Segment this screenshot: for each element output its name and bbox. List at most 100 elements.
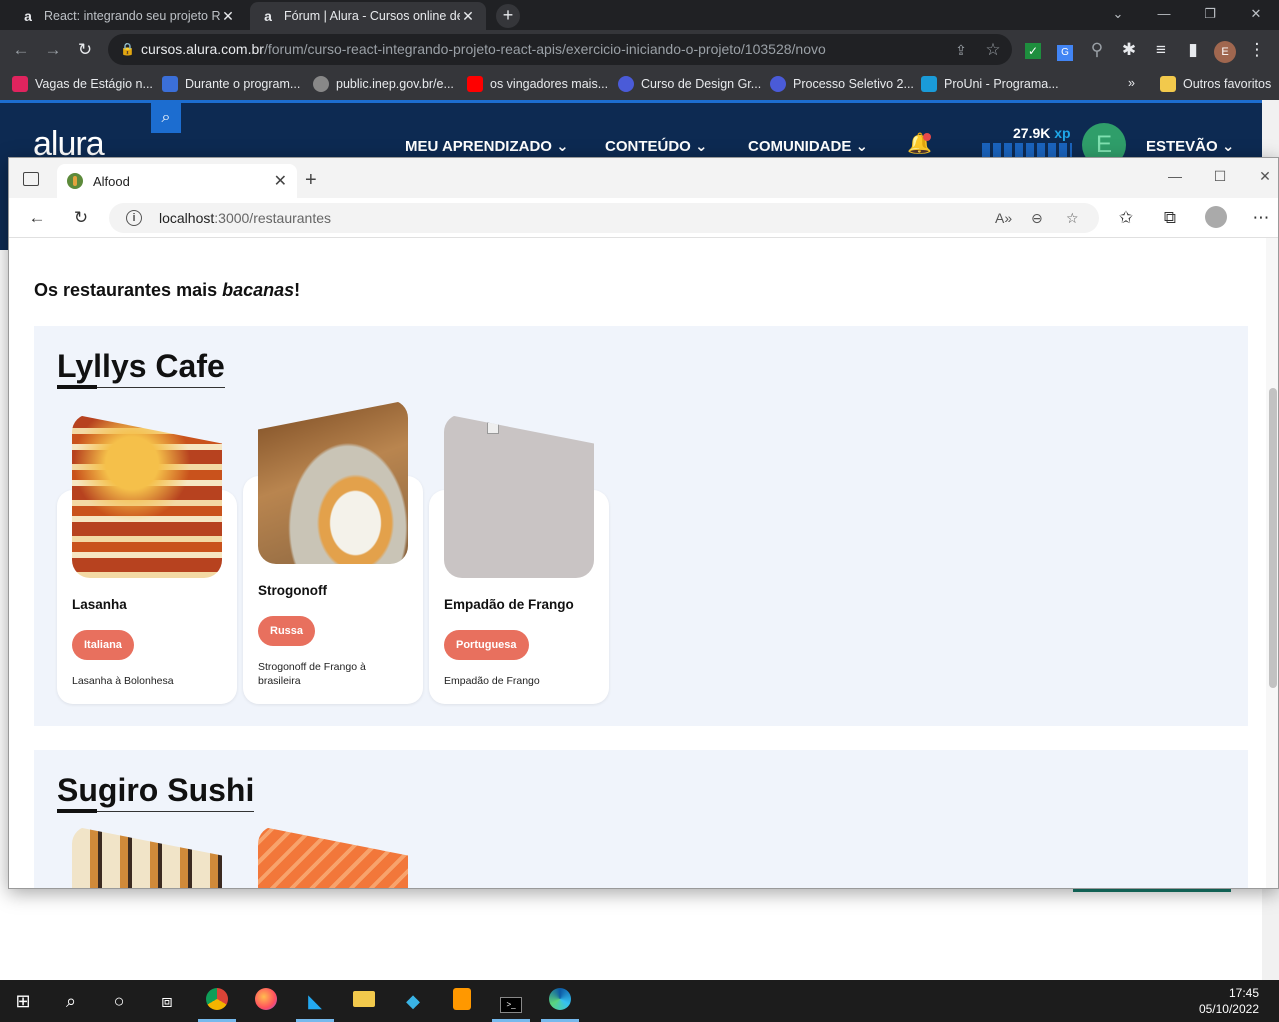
zoom-out-icon[interactable]: ⊖ <box>1031 203 1043 233</box>
close-tab-icon[interactable]: ✕ <box>460 8 476 25</box>
tab-title: React: integrando seu projeto Re <box>44 9 220 23</box>
info-icon[interactable]: i <box>126 210 142 226</box>
side-panel-icon[interactable]: ▮ <box>1181 38 1205 62</box>
task-view-icon[interactable]: ⧈ <box>154 988 180 1014</box>
tab-actions-icon[interactable] <box>23 172 39 186</box>
bookmark-item[interactable]: public.inep.gov.br/e... <box>313 76 454 92</box>
bookmark-star-icon[interactable]: ☆ <box>981 38 1005 62</box>
dish-card[interactable]: Empadão de Frango Portuguesa Empadão de … <box>429 414 609 704</box>
read-aloud-icon[interactable]: A» <box>995 203 1012 233</box>
menu-dots-icon[interactable]: ⋮ <box>1245 38 1269 62</box>
alura-favicon-icon: a <box>24 8 32 24</box>
bookmark-item[interactable]: ProUni - Programa... <box>921 76 1059 92</box>
chrome-tab-react[interactable]: a React: integrando seu projeto Re ✕ <box>10 2 246 30</box>
dish-card[interactable]: Lasanha Italiana Lasanha à Bolonhesa <box>57 414 237 704</box>
address-bar[interactable]: i localhost:3000/restaurantes A» ⊖ ☆ <box>109 203 1099 233</box>
dish-tag[interactable]: Portuguesa <box>444 630 529 660</box>
bookmark-item[interactable]: Processo Seletivo 2... <box>770 76 914 92</box>
collections-icon[interactable]: ⧉ <box>1158 206 1182 230</box>
file-explorer-icon[interactable] <box>351 988 377 1014</box>
sublime-icon[interactable] <box>449 988 475 1014</box>
cortana-icon[interactable]: ○ <box>106 988 132 1014</box>
other-bookmarks[interactable]: Outros favoritos <box>1160 76 1271 92</box>
nav-conteudo[interactable]: CONTEÚDO ⌄ <box>605 137 708 155</box>
bookmark-item[interactable]: Curso de Design Gr... <box>618 76 761 92</box>
close-tab-icon[interactable]: ✕ <box>220 8 236 25</box>
edge-toolbar: ← ↻ i localhost:3000/restaurantes A» ⊖ ☆… <box>9 198 1278 238</box>
minimize-button[interactable]: — <box>1141 0 1187 30</box>
bookmark-item[interactable]: Vagas de Estágio n... <box>12 76 153 92</box>
close-tab-icon[interactable]: ✕ <box>274 171 287 191</box>
scrollbar[interactable] <box>1266 238 1278 888</box>
reload-icon[interactable]: ↻ <box>69 206 93 230</box>
dish-card[interactable]: Strogonoff Russa Strogonoff de Frango à … <box>243 400 423 704</box>
bookmark-favicon-icon <box>618 76 634 92</box>
bell-icon[interactable]: 🔔 <box>907 131 933 157</box>
alura-favicon-icon: a <box>264 8 272 24</box>
new-tab-button[interactable]: + <box>496 4 520 28</box>
media-control-icon[interactable]: ≡ <box>1149 38 1173 62</box>
search-icon[interactable]: ⌕ <box>58 988 84 1014</box>
minimize-button[interactable]: — <box>1161 168 1189 184</box>
xp-counter: 27.9K xp <box>1013 125 1071 141</box>
youtube-icon <box>467 76 483 92</box>
maximize-button[interactable]: ☐ <box>1206 168 1234 185</box>
tab-title: Fórum | Alura - Cursos online de <box>284 9 460 23</box>
back-icon[interactable]: ← <box>9 38 33 62</box>
translate-icon[interactable]: G <box>1053 38 1077 62</box>
terminal-icon[interactable]: >_ <box>498 988 524 1014</box>
forward-icon[interactable]: → <box>41 38 65 62</box>
edge-icon[interactable] <box>547 988 573 1014</box>
vscode-icon[interactable]: ◣ <box>302 988 328 1014</box>
tab-search-icon[interactable]: ⌄ <box>1095 0 1141 30</box>
profile-avatar[interactable]: E <box>1213 38 1237 63</box>
restaurant-name: Sugiro Sushi <box>57 772 255 813</box>
broken-image-icon <box>487 422 499 434</box>
chrome-tab-forum[interactable]: a Fórum | Alura - Cursos online de ✕ <box>250 2 486 30</box>
restaurant-name: Lyllys Cafe <box>57 348 225 389</box>
windows-start-icon[interactable]: ⊞ <box>10 988 36 1014</box>
bookmark-item[interactable]: os vingadores mais... <box>467 76 608 92</box>
dish-tag[interactable]: Russa <box>258 616 316 646</box>
share-icon[interactable]: ⇪ <box>949 38 973 62</box>
system-clock[interactable]: 17:45 05/10/2022 <box>1199 985 1259 1017</box>
bookmark-favicon-icon <box>12 76 28 92</box>
address-bar[interactable]: 🔒 cursos.alura.com.br/forum/curso-react-… <box>108 34 1012 65</box>
firefox-icon[interactable] <box>253 988 279 1014</box>
close-window-button[interactable]: ✕ <box>1233 0 1279 30</box>
extensions-puzzle-icon[interactable]: ✱ <box>1117 38 1141 62</box>
bookmark-favicon-icon <box>770 76 786 92</box>
edge-tabstrip: Alfood ✕ + — ☐ ✕ <box>9 158 1278 198</box>
scrollbar-thumb[interactable] <box>1269 388 1277 688</box>
nav-comunidade[interactable]: COMUNIDADE ⌄ <box>748 137 868 155</box>
restore-button[interactable]: ❐ <box>1187 0 1233 30</box>
git-kraken-icon[interactable]: ◆ <box>400 988 426 1014</box>
edge-tab-alfood[interactable]: Alfood ✕ <box>57 164 297 198</box>
settings-menu-icon[interactable]: ⋯ <box>1249 206 1273 230</box>
dish-image-strogonoff <box>258 400 408 564</box>
bookmark-item[interactable]: Durante o program... <box>162 76 300 92</box>
bookmarks-bar: Vagas de Estágio n... Durante o program.… <box>0 70 1279 100</box>
profile-avatar[interactable] <box>1205 206 1227 228</box>
dish-image-salmon <box>258 826 408 888</box>
page-viewport: Os restaurantes mais bacanas! Lyllys Caf… <box>9 238 1278 888</box>
dish-image-sushi <box>72 826 222 888</box>
dish-tag[interactable]: Italiana <box>72 630 134 660</box>
new-tab-button[interactable]: + <box>305 170 317 190</box>
back-icon[interactable]: ← <box>25 206 49 230</box>
restaurant-section: Sugiro Sushi <box>34 750 1248 888</box>
reload-icon[interactable]: ↻ <box>73 38 97 62</box>
close-window-button[interactable]: ✕ <box>1251 168 1278 185</box>
nav-meu-aprendizado[interactable]: MEU APRENDIZADO ⌄ <box>405 137 569 155</box>
add-favorite-icon[interactable]: ☆ <box>1066 203 1079 233</box>
extension-check-icon[interactable]: ✓ <box>1021 38 1045 62</box>
location-icon[interactable]: ⚲ <box>1085 38 1109 62</box>
user-menu[interactable]: ESTEVÃO ⌄ <box>1146 137 1234 155</box>
search-icon[interactable]: ⌕ <box>151 103 181 133</box>
chrome-icon[interactable] <box>204 988 230 1014</box>
bookmarks-overflow-icon[interactable]: » <box>1128 76 1135 90</box>
dish-name: Empadão de Frango <box>444 597 574 612</box>
notification-dot <box>923 133 931 141</box>
favorites-icon[interactable]: ✩ <box>1114 206 1138 230</box>
chrome-tabstrip: a React: integrando seu projeto Re ✕ a F… <box>0 0 1279 30</box>
